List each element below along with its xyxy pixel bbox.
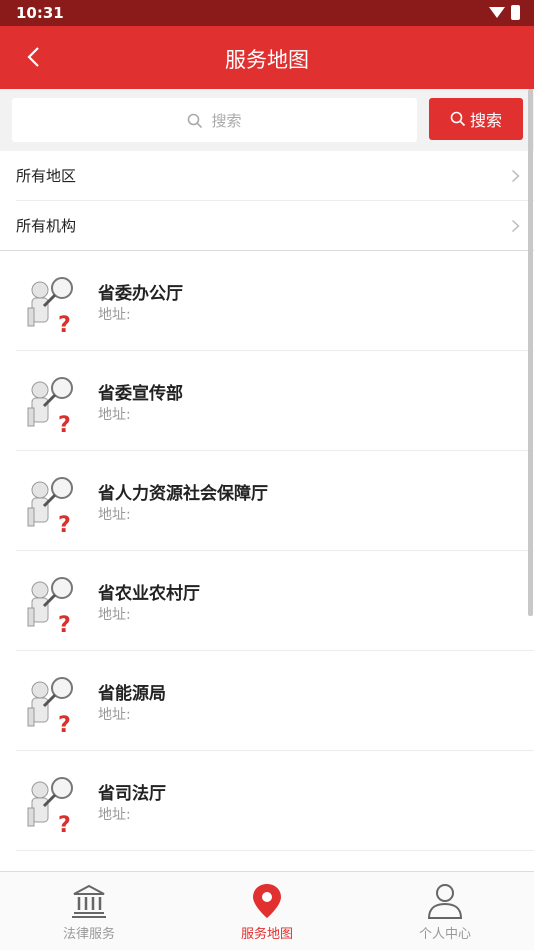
institution-address: 地址: — [98, 507, 131, 523]
chevron-right-icon — [511, 219, 520, 233]
person-magnifier-question-icon: ? — [27, 577, 73, 634]
list-item[interactable]: ? 省委办公厅 地址: — [0, 251, 534, 351]
svg-text:?: ? — [58, 713, 71, 734]
wifi-icon — [489, 7, 505, 18]
list-item[interactable]: ? 省司法厅 地址: — [0, 751, 534, 851]
nav-item-legal-services[interactable]: 法律服务 — [0, 872, 178, 950]
institution-name: 省司法厅 — [98, 784, 166, 804]
institution-address: 地址: — [98, 707, 131, 723]
svg-text:?: ? — [58, 613, 71, 634]
svg-text:?: ? — [58, 813, 71, 834]
list-item[interactable]: ? 省委宣传部 地址: — [0, 351, 534, 451]
nav-label: 服务地图 — [240, 927, 293, 942]
person-magnifier-question-icon: ? — [27, 277, 73, 334]
institution-name: 省能源局 — [98, 684, 166, 704]
search-bar: 搜索 搜索 — [0, 89, 534, 151]
person-magnifier-question-icon: ? — [27, 377, 73, 434]
nav-label: 个人中心 — [418, 927, 471, 942]
filter-region-label: 所有地区 — [16, 167, 77, 185]
search-button-label: 搜索 — [469, 111, 502, 130]
bank-building-icon — [72, 884, 106, 918]
scrollbar[interactable] — [528, 89, 533, 616]
filter-region[interactable]: 所有地区 — [0, 151, 534, 201]
institution-address: 地址: — [98, 607, 131, 623]
list-item[interactable]: ? 省人力资源社会保障厅 地址: — [0, 451, 534, 551]
search-icon — [450, 111, 466, 127]
filter-institution[interactable]: 所有机构 — [0, 201, 534, 251]
list-item[interactable]: ? 省农业农村厅 地址: — [0, 551, 534, 651]
institution-name: 省人力资源社会保障厅 — [98, 484, 268, 504]
nav-item-service-map[interactable]: 服务地图 — [178, 872, 356, 950]
institution-name: 省委宣传部 — [98, 384, 183, 404]
chevron-right-icon — [511, 169, 520, 183]
institution-list: ? 省委办公厅 地址: ? 省委宣传部 地址: ? 省人力资源社会保障厅 地址: — [0, 251, 534, 851]
nav-label: 法律服务 — [62, 927, 115, 942]
divider — [16, 850, 534, 851]
filter-institution-label: 所有机构 — [16, 217, 77, 235]
search-placeholder: 搜索 — [211, 112, 242, 130]
bottom-nav: 法律服务 服务地图 个人中心 — [0, 871, 534, 950]
page-title: 服务地图 — [225, 48, 309, 72]
svg-text:?: ? — [58, 413, 71, 434]
search-button[interactable]: 搜索 — [429, 98, 523, 140]
institution-name: 省委办公厅 — [98, 284, 183, 304]
search-input[interactable]: 搜索 — [12, 98, 417, 142]
status-bar: 10:31 — [0, 0, 534, 26]
list-item[interactable]: ? 省能源局 地址: — [0, 651, 534, 751]
person-icon — [427, 884, 463, 919]
institution-name: 省农业农村厅 — [98, 584, 200, 604]
person-magnifier-question-icon: ? — [27, 477, 73, 534]
institution-address: 地址: — [98, 307, 131, 323]
map-pin-icon — [253, 884, 281, 918]
institution-address: 地址: — [98, 807, 131, 823]
app-header: 服务地图 — [0, 26, 534, 89]
battery-icon — [511, 5, 520, 20]
search-icon — [188, 113, 203, 128]
nav-item-personal-center[interactable]: 个人中心 — [356, 872, 534, 950]
institution-address: 地址: — [98, 407, 131, 423]
person-magnifier-question-icon: ? — [27, 777, 73, 834]
status-icons — [489, 5, 520, 20]
svg-text:?: ? — [58, 313, 71, 334]
status-time: 10:31 — [16, 4, 64, 22]
person-magnifier-question-icon: ? — [27, 677, 73, 734]
svg-text:?: ? — [58, 513, 71, 534]
